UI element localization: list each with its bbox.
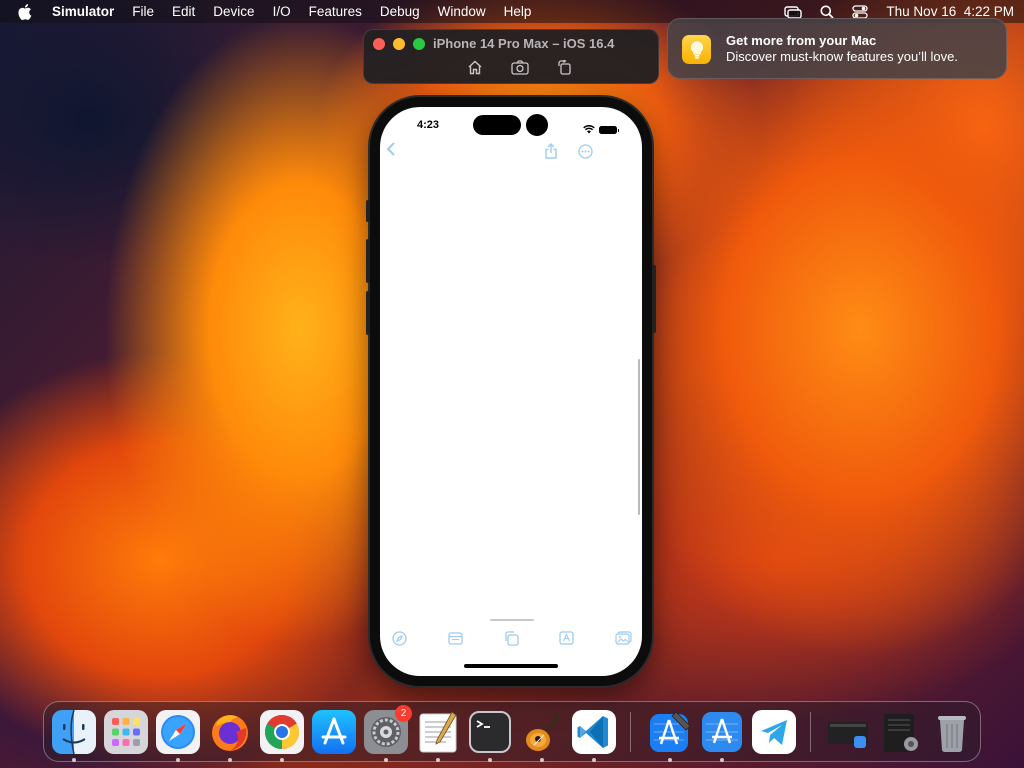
dock-running-dot [668,758,672,762]
dock-terminal-icon[interactable] [468,710,512,754]
dynamic-island [473,115,521,135]
dock-running-dot [592,758,596,762]
iphone-device-frame: 4:23 [366,97,656,686]
notification-badge: 2 [395,705,412,722]
volume-down-button[interactable] [366,291,370,335]
vertical-scroll-indicator[interactable] [638,359,640,515]
dock-running-dot [720,758,724,762]
dock-recent-document-2-icon[interactable] [878,710,922,754]
menu-device[interactable]: Device [213,4,254,19]
share-icon[interactable] [544,143,558,164]
home-indicator[interactable] [464,664,558,668]
screen-mirroring-icon[interactable] [784,5,803,19]
dock-simulator-icon[interactable] [700,710,744,754]
menu-edit[interactable]: Edit [172,4,195,19]
simulator-window-title: iPhone 14 Pro Max – iOS 16.4 [433,36,615,51]
menu-window[interactable]: Window [438,4,486,19]
dock-running-dot [280,758,284,762]
calendar-icon[interactable] [448,631,463,646]
window-close-button[interactable] [373,38,385,50]
notification-banner[interactable]: Get more from your Mac Discover must-kno… [667,18,1007,79]
menu-clock[interactable]: Thu Nov 16 4:22 PM [886,4,1014,19]
status-bar-time: 4:23 [417,119,440,131]
tips-lightbulb-icon [682,35,711,64]
compass-icon[interactable] [392,631,407,646]
dock-telegram-icon[interactable] [752,710,796,754]
menu-help[interactable]: Help [504,4,532,19]
dock-running-dot [540,758,544,762]
back-chevron-icon[interactable] [386,142,396,161]
dock-recent-document-icon[interactable] [826,710,870,754]
action-button[interactable] [366,200,370,222]
dock-vscode-icon[interactable] [572,710,616,754]
dock-garageband-icon[interactable] [520,710,564,754]
dock-chrome-icon[interactable] [260,710,304,754]
front-camera [526,114,548,136]
more-options-icon[interactable] [578,144,593,164]
dock-finder-icon[interactable] [52,709,96,755]
screenshot-icon[interactable] [511,60,529,75]
menu-features[interactable]: Features [309,4,362,19]
spotlight-search-icon[interactable] [820,5,835,19]
dock-textedit-icon[interactable] [416,710,460,754]
dock: 2 [43,701,981,762]
dock-running-dot [176,758,180,762]
toolbar-grabber[interactable] [490,619,534,621]
simulator-window-titlebar[interactable]: iPhone 14 Pro Max – iOS 16.4 [363,29,659,84]
dock-launchpad-icon[interactable] [104,710,148,754]
rotate-icon[interactable] [557,60,572,75]
menu-file[interactable]: File [132,4,154,19]
wifi-icon [583,121,595,139]
window-minimize-button[interactable] [393,38,405,50]
dock-xcode-icon[interactable] [648,710,692,754]
dock-separator [810,712,811,752]
side-power-button[interactable] [652,265,656,333]
photo-icon[interactable] [615,631,632,646]
dock-running-dot [228,758,232,762]
apple-menu-icon[interactable] [18,3,32,20]
dock-trash-icon[interactable] [930,710,974,754]
dock-running-dot [488,758,492,762]
window-zoom-button[interactable] [413,38,425,50]
dock-running-dot [72,758,76,762]
control-center-icon[interactable] [852,4,869,19]
menu-debug[interactable]: Debug [380,4,420,19]
dock-safari-icon[interactable] [156,710,200,754]
home-icon[interactable] [467,60,483,75]
bottom-toolbar [392,631,632,646]
volume-up-button[interactable] [366,239,370,283]
dock-running-dot [384,758,388,762]
dock-system-settings-icon[interactable]: 2 [364,705,412,754]
dock-firefox-icon[interactable] [208,710,252,754]
dock-separator [630,712,631,752]
notification-body: Discover must-know features you’ll love. [726,49,958,64]
copy-icon[interactable] [504,631,519,646]
battery-icon [599,126,619,134]
menu-io[interactable]: I/O [273,4,291,19]
phone-screen[interactable]: 4:23 [380,107,642,676]
dock-app-store-icon[interactable] [312,710,356,754]
menu-app-name[interactable]: Simulator [52,4,114,19]
dock-running-dot [436,758,440,762]
text-format-icon[interactable] [559,631,574,646]
notification-title: Get more from your Mac [726,33,877,48]
